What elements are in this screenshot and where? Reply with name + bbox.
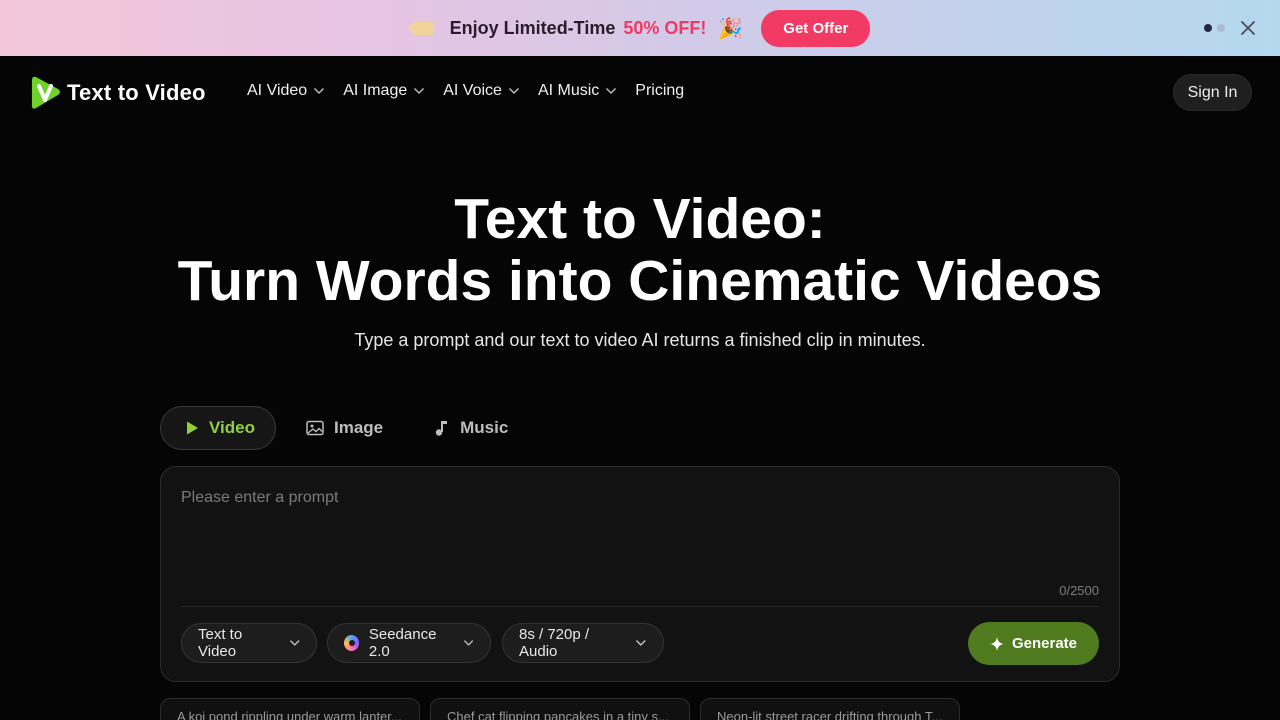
example-prompt-chip[interactable]: A koi pond rippling under warm lanter... xyxy=(160,698,420,720)
menu-item-label: AI Image xyxy=(343,82,408,99)
menu-item-ai-image[interactable]: AI Image xyxy=(343,82,425,100)
tab-music[interactable]: Music xyxy=(434,406,508,450)
carousel-dot[interactable] xyxy=(1217,24,1225,32)
logo[interactable]: Text to Video xyxy=(29,75,206,111)
sparkle-icon xyxy=(989,636,1004,651)
video-settings-value: 8s / 720p / Audio xyxy=(519,626,590,660)
tab-label: Image xyxy=(333,418,384,437)
price-tag-icon xyxy=(410,20,434,36)
video-settings-select[interactable]: 8s / 720p / Audio xyxy=(502,623,664,663)
menu-item-label: AI Voice xyxy=(443,82,502,99)
menu-item-ai-music[interactable]: AI Music xyxy=(538,82,617,100)
sign-in-button[interactable]: Sign In xyxy=(1173,74,1252,111)
promo-content: Enjoy Limited-Time 50% OFF! 🎉 Get Offer xyxy=(410,9,871,47)
menu-item-ai-voice[interactable]: AI Voice xyxy=(443,82,520,100)
chevron-down-icon xyxy=(606,87,617,95)
model-select-value: Seedance 2.0 xyxy=(368,626,437,660)
example-prompt-chip[interactable]: Neon-lit street racer drifting through T… xyxy=(700,698,960,720)
chevron-down-icon xyxy=(314,87,325,95)
title-line-2: Turn Words into Cinematic Videos xyxy=(177,249,1103,313)
page-title: Text to Video: Turn Words into Cinematic… xyxy=(0,188,1280,312)
tab-label: Music xyxy=(460,418,509,437)
page-subtitle: Type a prompt and our text to video AI r… xyxy=(354,330,926,350)
tab-video[interactable]: Video xyxy=(160,406,276,450)
music-note-icon xyxy=(434,419,450,437)
tab-image[interactable]: Image xyxy=(306,406,383,450)
chevron-down-icon xyxy=(636,640,647,646)
mode-select[interactable]: Text to Video xyxy=(181,623,317,663)
tab-label: Video xyxy=(209,418,255,437)
seedance-logo-icon xyxy=(344,635,359,651)
prompt-input[interactable] xyxy=(181,489,1099,589)
menu-item-ai-video[interactable]: AI Video xyxy=(247,82,325,100)
logo-v-icon xyxy=(32,76,60,109)
get-offer-button[interactable]: Get Offer xyxy=(761,9,871,47)
model-select[interactable]: Seedance 2.0 xyxy=(327,623,491,663)
play-icon xyxy=(185,420,199,436)
promo-text: Enjoy Limited-Time xyxy=(449,17,616,38)
menu-item-label: AI Video xyxy=(247,82,308,99)
character-counter: 0/2500 xyxy=(1059,583,1099,598)
carousel-dots xyxy=(1204,24,1225,32)
image-icon xyxy=(306,420,324,436)
logo-text: Text to Video xyxy=(67,80,206,105)
title-line-1: Text to Video: xyxy=(454,187,826,251)
menu-item-label: AI Music xyxy=(537,82,600,99)
chevron-down-icon xyxy=(508,87,519,95)
chevron-down-icon xyxy=(414,87,425,95)
chevron-down-icon xyxy=(463,640,474,646)
main-menu: AI Video AI Image AI Voice AI Music Pric… xyxy=(247,82,702,100)
carousel-dot-active[interactable] xyxy=(1204,24,1212,32)
party-popper-icon: 🎉 xyxy=(718,17,744,40)
generator-tabs: Video Image Music xyxy=(160,406,508,450)
generate-button[interactable]: Generate xyxy=(968,622,1099,665)
top-nav: Text to Video AI Video AI Image AI Voice… xyxy=(0,56,1280,130)
prompt-composer: 0/2500 Text to Video Seedance 2.0 8s / 7… xyxy=(160,466,1120,682)
example-prompt-chip[interactable]: Chef cat flipping pancakes in a tiny s..… xyxy=(430,698,690,720)
close-icon[interactable] xyxy=(1238,18,1258,38)
promo-discount: 50% OFF! xyxy=(623,17,707,38)
menu-item-pricing[interactable]: Pricing xyxy=(635,82,684,100)
promo-banner: Enjoy Limited-Time 50% OFF! 🎉 Get Offer xyxy=(0,0,1280,56)
divider xyxy=(181,606,1099,607)
chevron-down-icon xyxy=(289,640,300,646)
mode-select-value: Text to Video xyxy=(198,626,243,660)
generate-label: Generate xyxy=(1011,635,1078,652)
menu-item-label: Pricing xyxy=(635,82,685,99)
